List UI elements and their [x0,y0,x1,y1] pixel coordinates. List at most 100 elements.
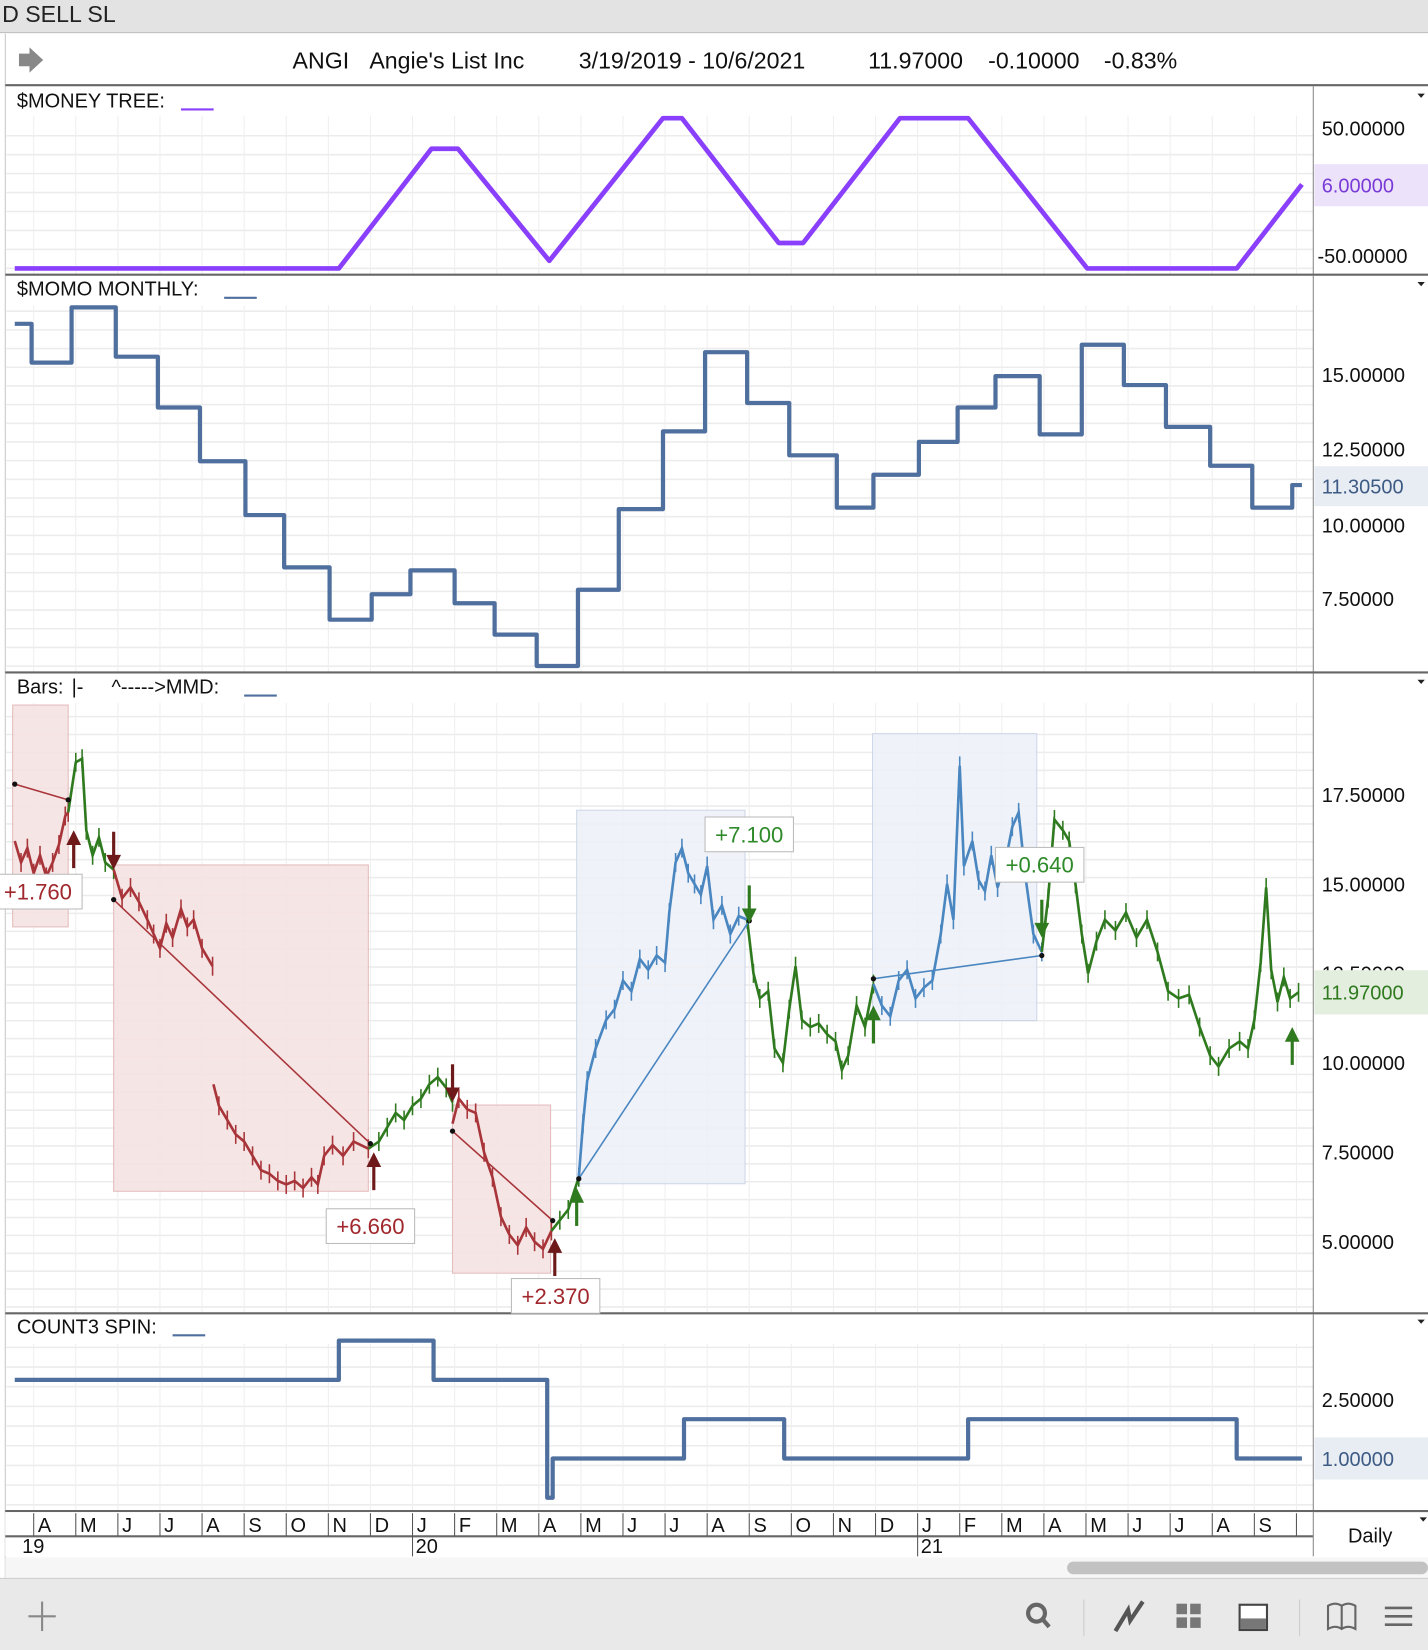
month-label: M [501,1515,518,1537]
trade-label-text: +2.370 [522,1284,590,1309]
axis-label: 15.00000 [1322,365,1405,387]
price-series-segment [745,919,875,1075]
bars-current-value: 11.97000 [1322,983,1404,1005]
count3-title: COUNT3 SPIN: [17,1316,157,1338]
month-label: S [1259,1515,1272,1537]
trade-label-text: +7.100 [715,822,783,847]
symbol: ANGI [293,47,350,73]
month-label: S [248,1515,261,1537]
month-label: D [880,1515,894,1537]
trend-point [111,897,117,903]
trend-point [367,1141,374,1147]
momo-current-value: 11.30500 [1322,477,1404,499]
month-label: A [1048,1515,1062,1537]
year-label: 19 [22,1536,44,1558]
month-label: J [627,1515,637,1537]
timeframe-menu-caret[interactable] [1419,1517,1427,1522]
trade-label-text: +0.640 [1006,853,1074,878]
axis-label: 7.50000 [1322,589,1394,611]
mmd-title: ^----->MMD: [112,676,220,698]
trade-result-label: +2.370 [510,1278,601,1314]
count3-spin-line [14,1338,1302,1500]
axis-label: 50.00000 [1322,119,1405,141]
axis-label: 17.50000 [1322,785,1405,807]
window-title-bar [0,0,1428,33]
window-title: D SELL SL [2,1,116,27]
date-range: 3/19/2019 - 10/6/2021 [579,47,805,73]
momo-menu-caret[interactable] [1417,282,1425,287]
month-label: N [838,1515,852,1537]
arrow-head [1284,1027,1300,1042]
axis-label: 12.50000 [1322,440,1405,462]
month-label: J [1174,1515,1184,1537]
buy-arrow-icon [1284,1027,1300,1065]
month-label: A [1216,1515,1230,1537]
panel-icon[interactable] [1238,1603,1269,1632]
bars-menu-caret[interactable] [1417,679,1425,684]
trend-point [550,1217,556,1224]
axis-label: 10.00000 [1322,515,1405,537]
momo-monthly-line [14,305,1302,669]
trend-point [1039,952,1045,959]
month-label: A [711,1515,725,1537]
month-label: D [375,1515,389,1537]
trade-box [113,864,369,1192]
bottom-toolbar [0,1578,1428,1650]
count3-current-value: 1.00000 [1322,1449,1394,1471]
count3-menu-caret[interactable] [1417,1319,1425,1324]
trade-result-label: +1.760 [0,873,83,910]
month-label: N [333,1515,347,1537]
month-label: M [1006,1515,1023,1537]
last-price: 11.97000 [868,47,963,73]
trade-box [451,1104,552,1274]
month-label: S [753,1515,766,1537]
month-label: F [459,1515,471,1537]
month-label: F [964,1515,976,1537]
axis-label: 2.50000 [1322,1390,1394,1412]
bars-title: Bars: [17,676,64,698]
trend-point [65,797,71,803]
axis-label: 7.50000 [1322,1143,1394,1165]
month-label: J [417,1515,427,1537]
month-label: O [796,1515,812,1537]
buy-arrow-icon [569,1188,585,1226]
year-label: 20 [416,1536,438,1558]
price-change: -0.10000 [988,47,1079,73]
nav-arrow-icon[interactable] [18,47,44,73]
money-tree-menu-caret[interactable] [1417,93,1425,98]
trade-result-label: +7.100 [704,816,794,853]
chart-window: D SELL SL ANGI Angie's List Inc 3/19/201… [0,0,1428,1650]
price-change-pct: -0.83% [1104,47,1177,73]
month-label: M [1090,1515,1107,1537]
month-label: O [290,1515,306,1537]
price-series-segment [550,1176,581,1232]
price-series-segment [367,1075,454,1150]
month-label: J [1132,1515,1142,1537]
month-label: A [38,1515,52,1537]
momo-title: $MOMO MONTHLY: [17,279,199,301]
price-bars-layer: +1.760 +6.660 +2.370 +7.100 +0.640 [0,704,1300,1314]
horizontal-scrollbar[interactable] [1067,1561,1428,1575]
axis-label: 10.00000 [1322,1053,1405,1075]
trend-point [870,976,877,982]
momo-pane [5,273,1428,673]
money-tree-current-value: 6.00000 [1322,176,1394,198]
trade-result-label: +0.640 [994,846,1085,883]
year-label: 21 [921,1536,943,1558]
month-label: J [669,1515,679,1537]
month-label: J [122,1515,132,1537]
axis-label: 5.00000 [1322,1232,1394,1254]
money-tree-pane [5,84,1428,275]
month-label: M [80,1515,97,1537]
month-label: J [922,1515,932,1537]
bars-marker: |- [72,676,84,698]
date-axis [5,1512,1314,1557]
company-name: Angie's List Inc [369,47,524,73]
month-label: J [164,1515,174,1537]
count3-pane [5,1312,1428,1512]
trend-point [449,1128,456,1134]
timeframe-selector[interactable]: Daily [1348,1526,1392,1548]
sell-arrow-icon [445,1064,460,1103]
month-label: M [585,1515,602,1537]
money-tree-title: $MONEY TREE: [17,90,165,112]
